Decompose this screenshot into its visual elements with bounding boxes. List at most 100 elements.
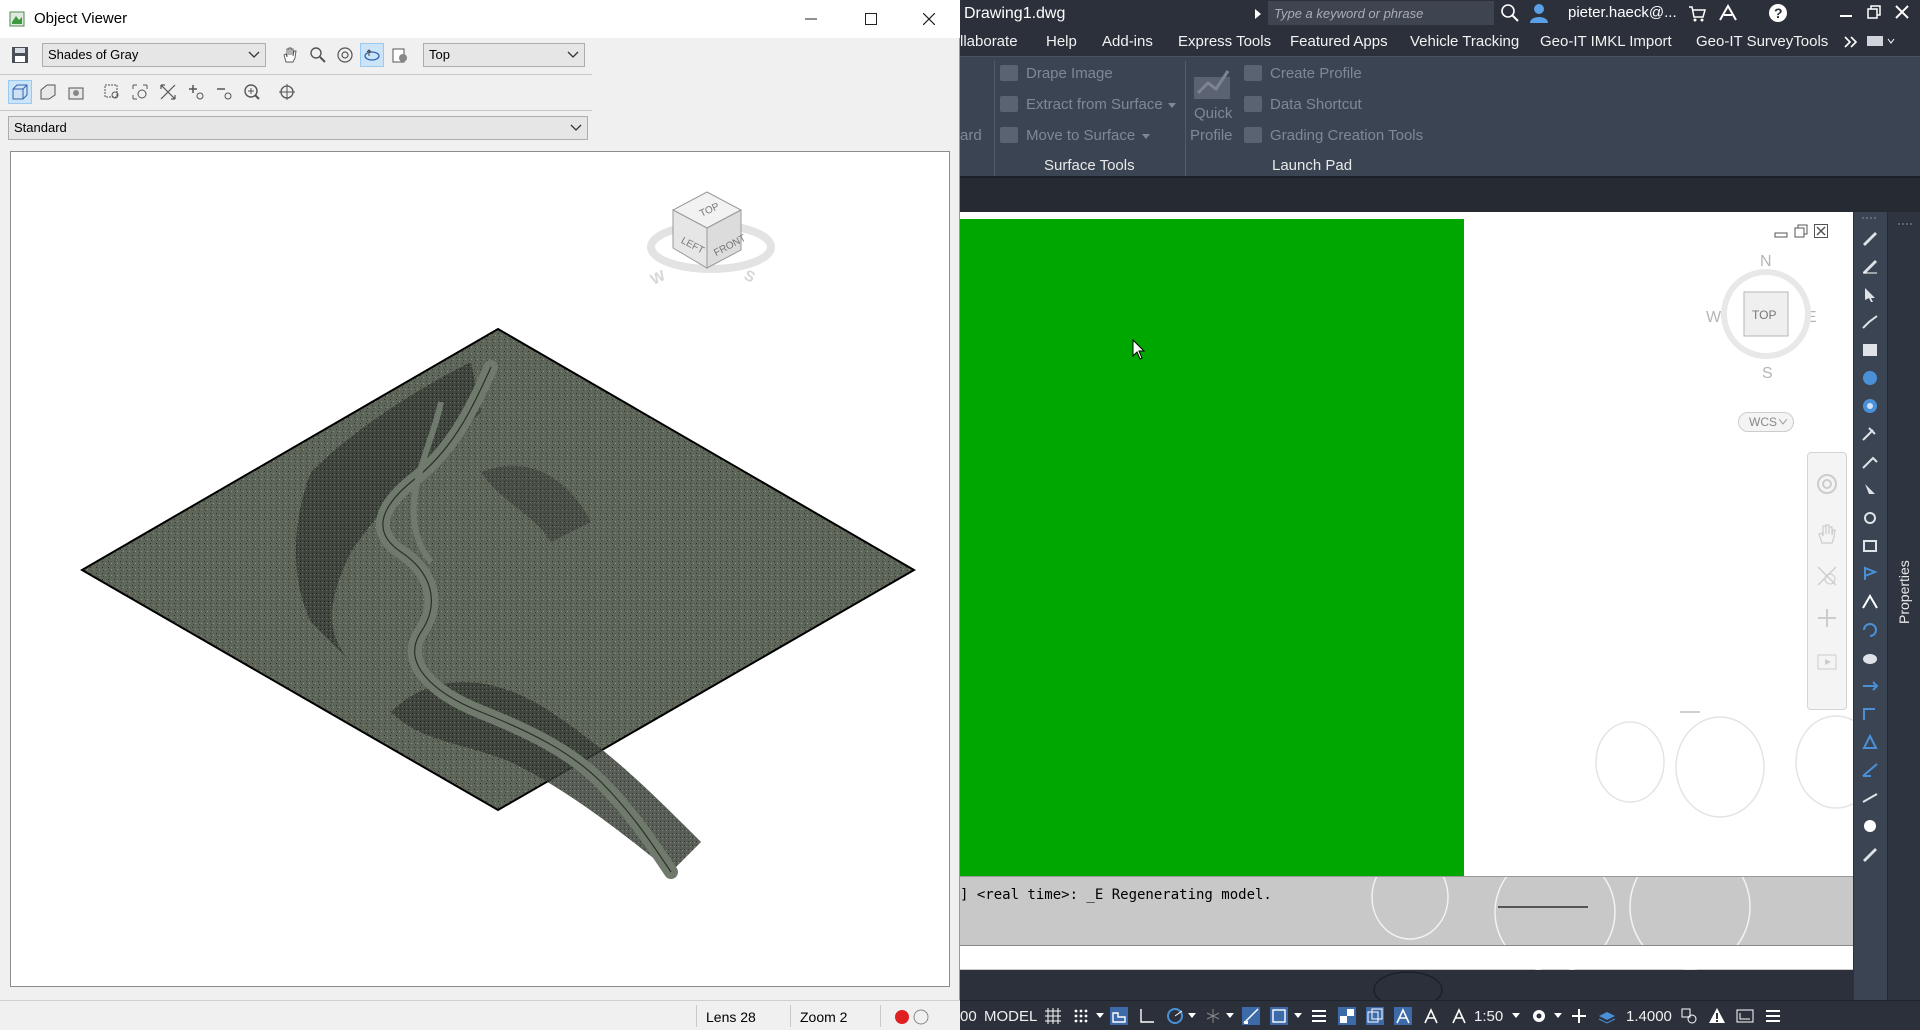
viewport-close-icon[interactable] — [1814, 224, 1828, 238]
layer-icon[interactable] — [1598, 1007, 1616, 1025]
palette-tool-icon[interactable] — [1861, 342, 1879, 358]
viewcube-top-face[interactable]: TOP — [1752, 308, 1776, 322]
globe-icon[interactable] — [1861, 370, 1879, 386]
navigation-compass[interactable]: N W E S TOP WCS — [1706, 252, 1826, 432]
isodraft-icon[interactable] — [1204, 1007, 1222, 1025]
continuous-orbit-button[interactable] — [360, 43, 384, 67]
view-perspective-button[interactable] — [36, 80, 60, 104]
globe-icon[interactable] — [1861, 398, 1879, 414]
tab-geo-it-imkl-import[interactable]: Geo-IT IMKL Import — [1540, 33, 1672, 50]
orbit-button[interactable] — [333, 43, 357, 67]
username[interactable]: pieter.haeck@... — [1568, 4, 1677, 21]
extract-from-surface-button[interactable]: Extract from Surface — [1026, 96, 1163, 113]
chevron-down-icon[interactable] — [1512, 1013, 1520, 1019]
palette-tool-icon[interactable] — [1861, 762, 1879, 778]
selection-cycling-icon[interactable] — [1366, 1007, 1384, 1025]
palette-tool-icon[interactable] — [1861, 314, 1879, 330]
palette-tool-icon[interactable] — [1861, 846, 1879, 862]
zoom-extents-icon[interactable] — [1816, 565, 1838, 587]
ortho-icon[interactable] — [1138, 1007, 1156, 1025]
gear-icon[interactable] — [1530, 1007, 1548, 1025]
chevron-down-icon[interactable] — [1226, 1013, 1234, 1019]
palette-tool-icon[interactable] — [1861, 258, 1879, 274]
grid-icon[interactable] — [1044, 1007, 1062, 1025]
clean-screen-icon[interactable] — [1736, 1007, 1754, 1025]
chevron-down-icon[interactable] — [1096, 1013, 1104, 1019]
viewport-minimize-icon[interactable] — [1774, 225, 1788, 239]
tab-collaborate[interactable]: llaborate — [960, 33, 1018, 50]
play-arrow-icon[interactable] — [1254, 8, 1262, 20]
save-button[interactable] — [8, 43, 32, 67]
compass-west-label[interactable]: W — [648, 267, 669, 289]
annotation-scale-value[interactable]: 1:50 — [1474, 1008, 1503, 1025]
compass-west-label[interactable]: W — [1706, 309, 1722, 326]
zoom-in-button[interactable] — [184, 80, 208, 104]
palette-tool-icon[interactable] — [1861, 790, 1879, 806]
user-icon[interactable] — [1528, 2, 1550, 24]
autodesk-a360-icon[interactable] — [1718, 4, 1740, 22]
minimize-button[interactable] — [788, 0, 834, 38]
data-shortcut-button[interactable]: Data Shortcut — [1270, 96, 1362, 113]
isolate-objects-icon[interactable] — [1680, 1007, 1698, 1025]
showmotion-icon[interactable] — [1816, 649, 1838, 671]
object-snap-tracking-icon[interactable] — [1242, 1007, 1260, 1025]
command-line[interactable]: ] <real time>: _E Regenerating model. — [960, 876, 1890, 971]
compass-south-label[interactable]: S — [741, 267, 757, 287]
create-profile-button[interactable]: Create Profile — [1270, 65, 1362, 82]
palette-tool-icon[interactable] — [1861, 286, 1879, 302]
grip-icon[interactable] — [1898, 222, 1912, 226]
tab-express-tools[interactable]: Express Tools — [1178, 33, 1271, 50]
pan-button[interactable] — [278, 43, 302, 67]
quick-profile-label-line2[interactable]: Profile — [1190, 127, 1233, 144]
maximize-button[interactable] — [848, 0, 894, 38]
chevron-down-icon[interactable] — [1294, 1013, 1302, 1019]
orbit-icon[interactable] — [1816, 607, 1838, 629]
view-direction-dropdown[interactable]: Top — [423, 43, 585, 67]
move-to-surface-button[interactable]: Move to Surface — [1026, 127, 1135, 144]
pan-hand-icon[interactable] — [1816, 523, 1838, 545]
customization-menu-icon[interactable] — [1764, 1007, 1782, 1025]
tab-featured-apps[interactable]: Featured Apps — [1290, 33, 1388, 50]
annotation-scale-icon[interactable] — [1450, 1007, 1468, 1025]
3d-viewport[interactable]: TOP LEFT FRONT W S — [10, 151, 950, 987]
transparency-icon[interactable] — [1338, 1007, 1356, 1025]
view-parallel-button[interactable] — [8, 80, 32, 104]
palette-tool-icon[interactable] — [1861, 678, 1879, 694]
more-tabs-icon[interactable] — [1844, 36, 1858, 48]
quick-profile-label-line1[interactable]: Quick — [1194, 105, 1232, 122]
palette-tool-icon[interactable] — [1861, 230, 1879, 246]
grading-creation-tools-button[interactable]: Grading Creation Tools — [1270, 127, 1423, 144]
warning-icon[interactable] — [1708, 1007, 1726, 1025]
auto-scale-icon[interactable] — [1422, 1007, 1440, 1025]
viewport-restore-icon[interactable] — [1794, 224, 1808, 238]
lineweight-icon[interactable] — [1310, 1007, 1328, 1025]
tab-geo-it-surveytools[interactable]: Geo-IT SurveyTools — [1696, 33, 1828, 50]
compass-north-label[interactable]: N — [1760, 253, 1772, 270]
chevron-down-icon[interactable] — [1142, 134, 1150, 140]
tab-add-ins[interactable]: Add-ins — [1102, 33, 1153, 50]
center-button[interactable] — [275, 80, 299, 104]
chevron-down-icon[interactable] — [1188, 1013, 1196, 1019]
visual-style-dropdown[interactable]: Shades of Gray — [42, 43, 266, 67]
viewcube[interactable]: TOP LEFT FRONT W S — [647, 191, 775, 289]
infer-constraints-icon[interactable] — [1110, 1007, 1128, 1025]
close-icon[interactable] — [1894, 4, 1910, 20]
drape-image-button[interactable]: Drape Image — [1026, 65, 1113, 82]
zoom-realtime-button[interactable] — [240, 80, 264, 104]
close-button[interactable] — [906, 0, 952, 38]
tab-help[interactable]: Help — [1046, 33, 1077, 50]
palette-tool-icon[interactable] — [1861, 622, 1879, 638]
model-space-button[interactable]: MODEL — [984, 1008, 1037, 1025]
view-camera-button[interactable] — [64, 80, 88, 104]
properties-palette-tab[interactable]: Properties — [1887, 212, 1920, 1000]
drawing-area[interactable]: N W E S TOP WCS — [960, 212, 1853, 878]
annotation-visibility-icon[interactable] — [1394, 1007, 1412, 1025]
palette-tool-icon[interactable] — [1861, 734, 1879, 750]
lineweight-value[interactable]: 1.4000 — [1626, 1008, 1672, 1025]
palette-tool-icon[interactable] — [1861, 706, 1879, 722]
camera-button[interactable] — [388, 43, 412, 67]
zoom-object-button[interactable] — [128, 80, 152, 104]
minimize-icon[interactable] — [1838, 4, 1854, 20]
plus-icon[interactable] — [1570, 1007, 1588, 1025]
palette-tool-icon[interactable] — [1861, 426, 1879, 442]
